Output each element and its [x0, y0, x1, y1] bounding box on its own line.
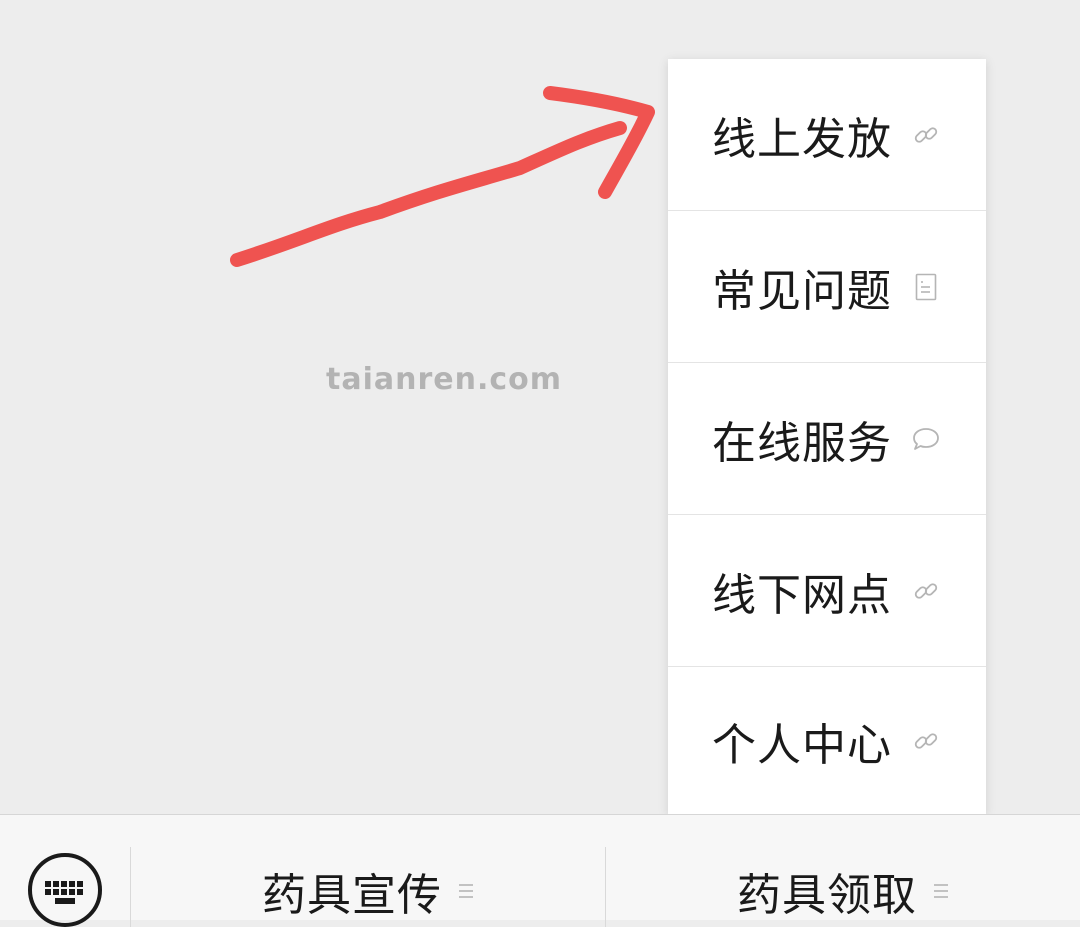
keyboard-icon[interactable] — [28, 853, 102, 927]
popup-menu: 线上发放 常见问题 在线服务 线下网点 个人中心 — [668, 59, 986, 814]
bottom-menu-drug-collection[interactable]: 药具领取 — [606, 861, 1080, 921]
menu-lines-icon — [459, 884, 473, 898]
link-icon — [912, 727, 940, 755]
chat-bubble-icon — [912, 425, 940, 453]
link-icon — [912, 577, 940, 605]
menu-item-online-service[interactable]: 在线服务 — [668, 363, 986, 515]
watermark-text: taianren.com — [326, 362, 563, 397]
menu-item-personal-center[interactable]: 个人中心 — [668, 667, 986, 814]
menu-item-faq[interactable]: 常见问题 — [668, 211, 986, 363]
menu-item-label: 个人中心 — [712, 719, 892, 771]
menu-item-label: 线上发放 — [712, 113, 892, 165]
bottom-menu-bar: 药具宣传 药具领取 — [0, 814, 1080, 927]
menu-item-offline-outlets[interactable]: 线下网点 — [668, 515, 986, 667]
menu-item-label: 线下网点 — [712, 569, 892, 621]
menu-item-online-distribution[interactable]: 线上发放 — [668, 59, 986, 211]
bottom-menu-label: 药具宣传 — [262, 870, 442, 921]
link-icon — [912, 121, 940, 149]
menu-lines-icon — [934, 884, 948, 898]
menu-item-label: 在线服务 — [712, 417, 892, 469]
bottom-menu-label: 药具领取 — [737, 870, 917, 921]
document-icon — [912, 273, 940, 301]
menu-item-label: 常见问题 — [712, 265, 892, 317]
bottom-menu-drug-publicity[interactable]: 药具宣传 — [131, 861, 605, 921]
